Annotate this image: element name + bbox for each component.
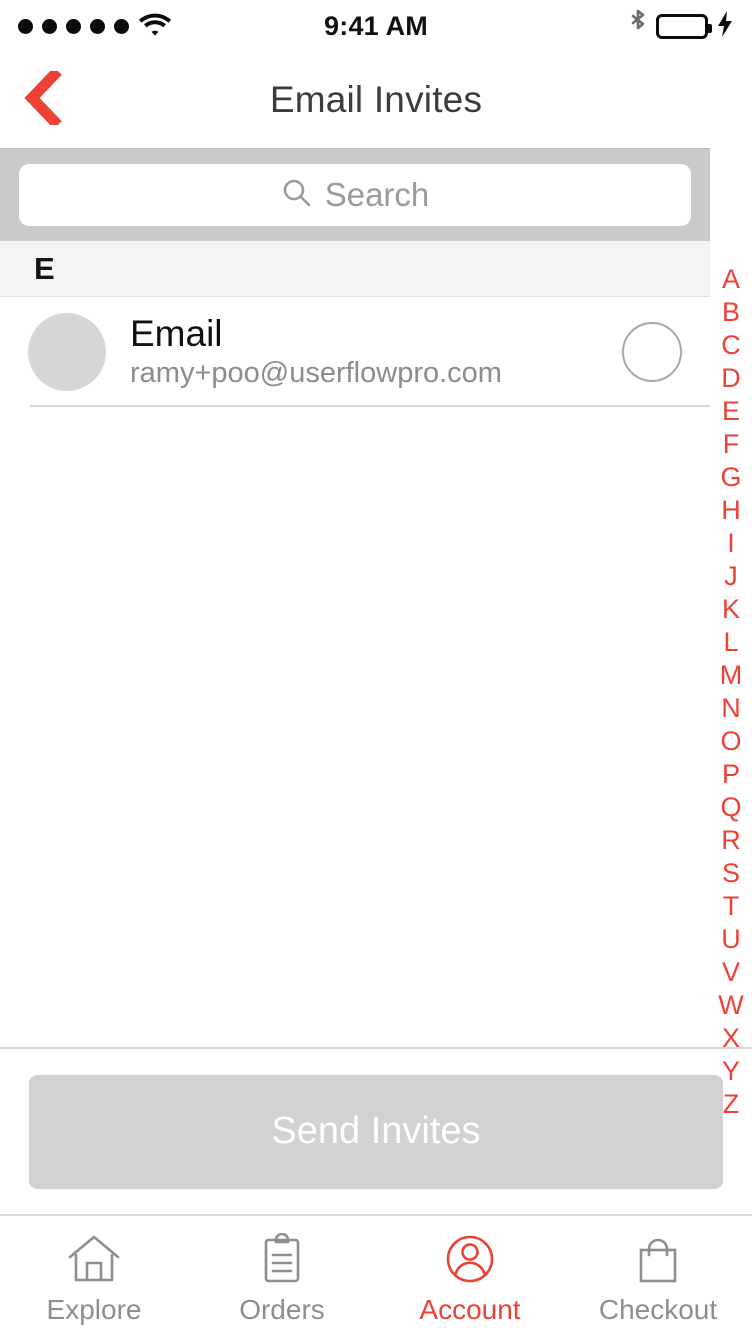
alpha-index-letter[interactable]: A bbox=[710, 263, 752, 296]
contact-select-checkbox[interactable] bbox=[622, 322, 682, 382]
send-invites-footer: Send Invites bbox=[0, 1047, 752, 1214]
lightning-bolt-icon bbox=[716, 10, 734, 43]
alpha-index-letter[interactable]: K bbox=[710, 593, 752, 626]
alpha-index-letter[interactable]: Q bbox=[710, 791, 752, 824]
alpha-index-letter[interactable]: E bbox=[710, 395, 752, 428]
avatar bbox=[28, 313, 106, 391]
status-right-group bbox=[628, 8, 734, 45]
status-left-group bbox=[18, 11, 172, 42]
home-icon bbox=[65, 1230, 123, 1288]
alpha-index-letter[interactable]: G bbox=[710, 461, 752, 494]
chevron-left-icon bbox=[23, 66, 63, 130]
alpha-index-letter[interactable]: U bbox=[710, 923, 752, 956]
status-bar: 9:41 AM bbox=[0, 0, 752, 52]
signal-dot bbox=[114, 18, 129, 34]
alpha-index-letter[interactable]: X bbox=[710, 1022, 752, 1055]
list-empty-space bbox=[0, 407, 710, 1047]
alpha-index-letter[interactable]: T bbox=[710, 890, 752, 923]
search-bar-container: Search bbox=[0, 148, 710, 241]
alpha-index-letter[interactable]: Y bbox=[710, 1055, 752, 1088]
signal-strength-icon bbox=[18, 18, 129, 34]
back-button[interactable] bbox=[14, 66, 72, 130]
app-screen: 9:41 AM Email Invites Search E Email ram… bbox=[0, 0, 752, 1334]
search-icon bbox=[281, 177, 313, 214]
page-title: Email Invites bbox=[269, 79, 483, 120]
contacts-list: E Email ramy+poo@userflowpro.com bbox=[0, 241, 710, 1047]
alpha-index-letter[interactable]: D bbox=[710, 362, 752, 395]
tab-label-checkout: Checkout bbox=[598, 1294, 718, 1325]
alpha-index-letter[interactable]: H bbox=[710, 494, 752, 527]
alpha-index-letter[interactable]: P bbox=[710, 758, 752, 791]
signal-dot bbox=[66, 18, 81, 34]
signal-dot bbox=[42, 18, 57, 34]
battery-nub bbox=[708, 23, 712, 33]
alpha-index-letter[interactable]: B bbox=[710, 296, 752, 329]
tab-checkout[interactable]: Checkout bbox=[564, 1216, 752, 1334]
contact-list-item[interactable]: Email ramy+poo@userflowpro.com bbox=[0, 297, 710, 407]
alpha-index-letter[interactable]: W bbox=[710, 989, 752, 1022]
tab-label-orders: Orders bbox=[239, 1294, 325, 1325]
signal-dot bbox=[90, 18, 105, 34]
content-area: E Email ramy+poo@userflowpro.com ABCDEFG… bbox=[0, 241, 752, 1119]
alpha-index-letter[interactable]: F bbox=[710, 428, 752, 461]
alpha-index-letter[interactable]: I bbox=[710, 527, 752, 560]
contact-details: Email ramy+poo@userflowpro.com bbox=[130, 313, 610, 389]
search-placeholder: Search bbox=[324, 176, 430, 213]
send-invites-button[interactable]: Send Invites bbox=[29, 1074, 723, 1189]
alpha-index-letter[interactable]: Z bbox=[710, 1088, 752, 1121]
contact-email: ramy+poo@userflowpro.com bbox=[130, 358, 502, 389]
tab-label-account: Account bbox=[419, 1294, 521, 1325]
account-circle-icon bbox=[441, 1230, 499, 1288]
alpha-index-letter[interactable]: C bbox=[710, 329, 752, 362]
bluetooth-icon bbox=[628, 8, 648, 45]
alpha-index-letter[interactable]: L bbox=[710, 626, 752, 659]
alpha-index-letter[interactable]: M bbox=[710, 659, 752, 692]
alpha-index-letter[interactable]: O bbox=[710, 725, 752, 758]
alpha-index-letter[interactable]: J bbox=[710, 560, 752, 593]
alphabet-index[interactable]: ABCDEFGHIJKLMNOPQRSTUVWXYZ bbox=[710, 241, 752, 1119]
alpha-index-letter[interactable]: R bbox=[710, 824, 752, 857]
tab-label-explore: Explore bbox=[46, 1294, 142, 1325]
shopping-bag-icon bbox=[629, 1230, 687, 1288]
tab-explore[interactable]: Explore bbox=[0, 1216, 188, 1334]
navigation-bar: Email Invites bbox=[0, 52, 752, 148]
battery-icon bbox=[656, 13, 712, 39]
clipboard-icon bbox=[253, 1230, 311, 1288]
section-header-e: E bbox=[0, 241, 710, 297]
wifi-icon bbox=[138, 11, 172, 42]
tab-account[interactable]: Account bbox=[376, 1216, 564, 1334]
tab-orders[interactable]: Orders bbox=[188, 1216, 376, 1334]
alpha-index-letter[interactable]: V bbox=[710, 956, 752, 989]
contact-name: Email bbox=[130, 313, 223, 355]
alpha-index-letter[interactable]: N bbox=[710, 692, 752, 725]
bottom-tab-bar: Explore Orders Account Checkout bbox=[0, 1214, 752, 1334]
alpha-index-letter[interactable]: S bbox=[710, 857, 752, 890]
search-input[interactable]: Search bbox=[19, 164, 691, 226]
signal-dot bbox=[18, 18, 33, 34]
